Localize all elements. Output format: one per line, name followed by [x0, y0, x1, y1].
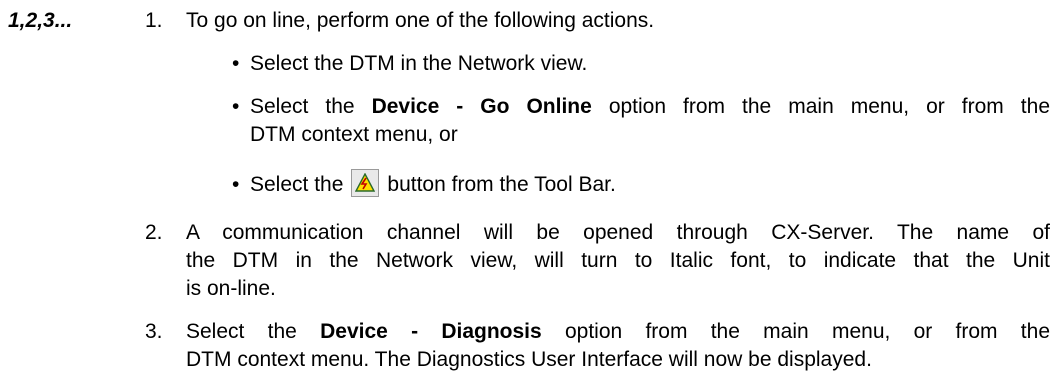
- bullet-dot: •: [232, 52, 240, 75]
- bullet-text: Select the Device - Go Online option fro…: [250, 95, 1051, 146]
- step-number: 3.: [145, 320, 163, 343]
- step-text: To go on line, perform one of the follow…: [186, 9, 655, 32]
- bullet-dot: •: [232, 173, 240, 196]
- procedure-marker: 1,2,3...: [8, 9, 73, 32]
- step-text: Select the Device - Diagnosis option fro…: [186, 320, 1050, 371]
- bullet-dot: •: [232, 95, 240, 118]
- menu-option-diagnosis: Device - Diagnosis: [320, 320, 542, 343]
- go-online-icon: [351, 169, 380, 198]
- menu-option-go-online: Device - Go Online: [371, 95, 592, 118]
- step-number: 1.: [145, 9, 163, 32]
- step-number: 2.: [145, 221, 163, 244]
- step-text: A communication channel will be opened t…: [186, 221, 1050, 300]
- bullet-text: Select the DTM in the Network view.: [250, 52, 588, 75]
- bullet-text: Select the button from the Tool Bar.: [250, 169, 1050, 199]
